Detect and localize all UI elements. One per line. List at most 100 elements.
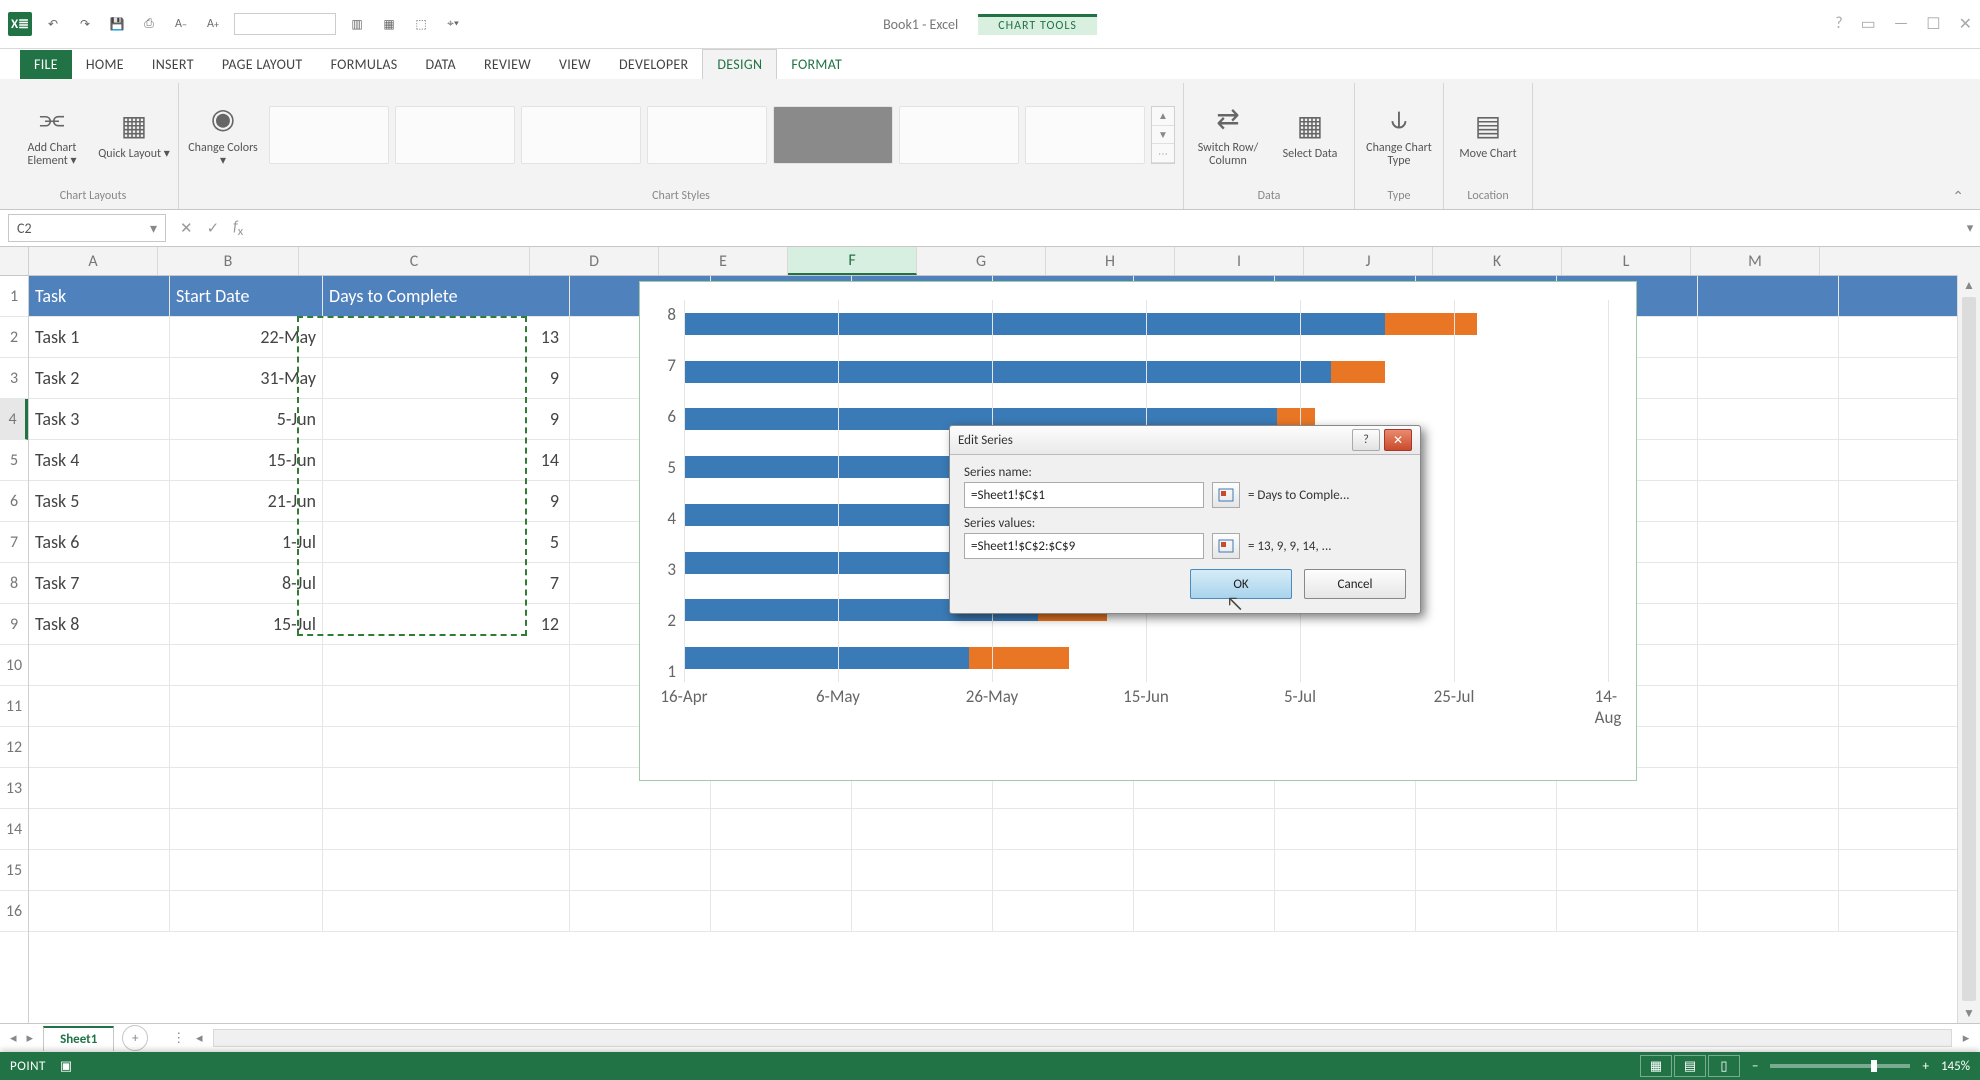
move-chart-button[interactable]: ▤Move Chart [1452,108,1524,161]
cell[interactable] [170,645,323,685]
chart-styles-gallery[interactable]: ▲▼⋯ [269,106,1175,164]
column-header[interactable]: I [1175,247,1304,275]
cancel-entry-icon[interactable]: ✕ [180,219,193,238]
cell[interactable] [852,850,993,890]
chart-style-thumb[interactable] [521,106,641,164]
dialog-close-icon[interactable]: ✕ [1384,429,1412,451]
tab-formulas[interactable]: FORMULAS [317,50,412,79]
cell[interactable]: Task 4 [29,440,170,480]
cell[interactable] [1416,850,1557,890]
cell[interactable] [852,891,993,931]
cell[interactable] [1698,317,1839,357]
cell[interactable] [711,891,852,931]
cell[interactable] [1698,276,1839,316]
zoom-slider[interactable] [1770,1064,1910,1068]
row-header[interactable]: 6 [0,481,28,522]
macro-record-icon[interactable]: ▣ [60,1059,72,1074]
cell[interactable] [1275,891,1416,931]
cell[interactable]: 5 [323,522,570,562]
cell[interactable]: 7 [323,563,570,603]
range-picker-icon[interactable] [1212,482,1240,508]
font-shrink-icon[interactable]: A− [170,13,192,35]
tab-file[interactable]: FILE [20,50,72,79]
hscroll-right-icon[interactable]: ▸ [1956,1031,1976,1046]
chart-style-thumb[interactable] [647,106,767,164]
row-header[interactable]: 12 [0,727,28,768]
column-header[interactable]: H [1046,247,1175,275]
cell[interactable] [323,809,570,849]
vertical-scrollbar[interactable]: ▲ ▼ [1957,275,1980,1023]
cell[interactable]: Task 2 [29,358,170,398]
row-header[interactable]: 16 [0,891,28,932]
column-header[interactable]: D [530,247,659,275]
cell[interactable]: Task [29,276,170,316]
cell[interactable]: 15-Jun [170,440,323,480]
scroll-down-icon[interactable]: ▼ [1958,1003,1980,1023]
tab-data[interactable]: DATA [412,50,470,79]
add-chart-element-button[interactable]: ⫘Add Chart Element ▾ [16,102,88,168]
quick-layout-button[interactable]: ▦Quick Layout ▾ [98,108,170,161]
cell[interactable] [1134,891,1275,931]
print-preview-icon[interactable]: ⎙ [138,13,160,35]
sheet-tab[interactable]: Sheet1 [43,1026,114,1051]
cell[interactable] [1698,563,1839,603]
column-header[interactable]: B [158,247,299,275]
cell[interactable]: Start Date [170,276,323,316]
tab-developer[interactable]: DEVELOPER [605,50,702,79]
cell[interactable] [1698,358,1839,398]
cell[interactable] [711,850,852,890]
cell[interactable] [993,809,1134,849]
scroll-up-icon[interactable]: ▲ [1958,275,1980,295]
row-header[interactable]: 10 [0,645,28,686]
cell[interactable]: Days to Complete [323,276,570,316]
column-header[interactable]: M [1691,247,1820,275]
zoom-in-icon[interactable]: + [1922,1059,1928,1074]
fx-icon[interactable]: fx [233,218,243,239]
cell[interactable] [170,891,323,931]
cell[interactable] [711,809,852,849]
column-header[interactable]: F [788,247,917,275]
cell[interactable] [323,727,570,767]
chart-style-thumb[interactable] [899,106,1019,164]
cell[interactable]: 15-Jul [170,604,323,644]
series-name-input[interactable]: =Sheet1!$C$1 [964,482,1204,508]
row-header[interactable]: 2 [0,317,28,358]
column-header[interactable]: K [1433,247,1562,275]
tab-design[interactable]: DESIGN [702,49,777,79]
cell[interactable] [170,686,323,726]
row-header[interactable]: 5 [0,440,28,481]
cell[interactable]: Task 7 [29,563,170,603]
change-chart-type-button[interactable]: ⫝Change Chart Type [1363,102,1435,168]
view-page-break-icon[interactable]: ▯ [1708,1055,1740,1077]
cell[interactable]: Task 1 [29,317,170,357]
cell[interactable] [323,686,570,726]
cell[interactable]: 21-Jun [170,481,323,521]
gallery-scroll[interactable]: ▲▼⋯ [1151,106,1175,164]
qat-dropdown[interactable] [234,13,336,35]
cell[interactable]: 9 [323,399,570,439]
cell[interactable] [1698,891,1839,931]
cell[interactable] [1698,440,1839,480]
cell[interactable] [1698,850,1839,890]
cell[interactable] [1557,891,1698,931]
cell[interactable] [170,768,323,808]
switch-row-column-button[interactable]: ⇄Switch Row/ Column [1192,102,1264,168]
worksheet-grid[interactable]: 12345678910111213141516 ABCDEFGHIJKLM Ta… [0,247,1980,1023]
cell[interactable] [1275,850,1416,890]
cell[interactable] [1557,850,1698,890]
cell[interactable]: 31-May [170,358,323,398]
chart-style-thumb[interactable] [773,106,893,164]
close-icon[interactable]: ✕ [1959,14,1972,34]
qat-icon-3[interactable]: ⬚ [410,13,432,35]
row-header[interactable]: 14 [0,809,28,850]
cell[interactable] [1275,809,1416,849]
ribbon-collapse-icon[interactable]: ⌃ [1944,184,1972,209]
cell[interactable]: Task 5 [29,481,170,521]
column-header[interactable]: C [299,247,530,275]
row-header[interactable]: 8 [0,563,28,604]
cell[interactable] [170,727,323,767]
range-picker-icon[interactable] [1212,533,1240,559]
chart-style-thumb[interactable] [1025,106,1145,164]
cell[interactable] [29,850,170,890]
cell[interactable] [1134,850,1275,890]
